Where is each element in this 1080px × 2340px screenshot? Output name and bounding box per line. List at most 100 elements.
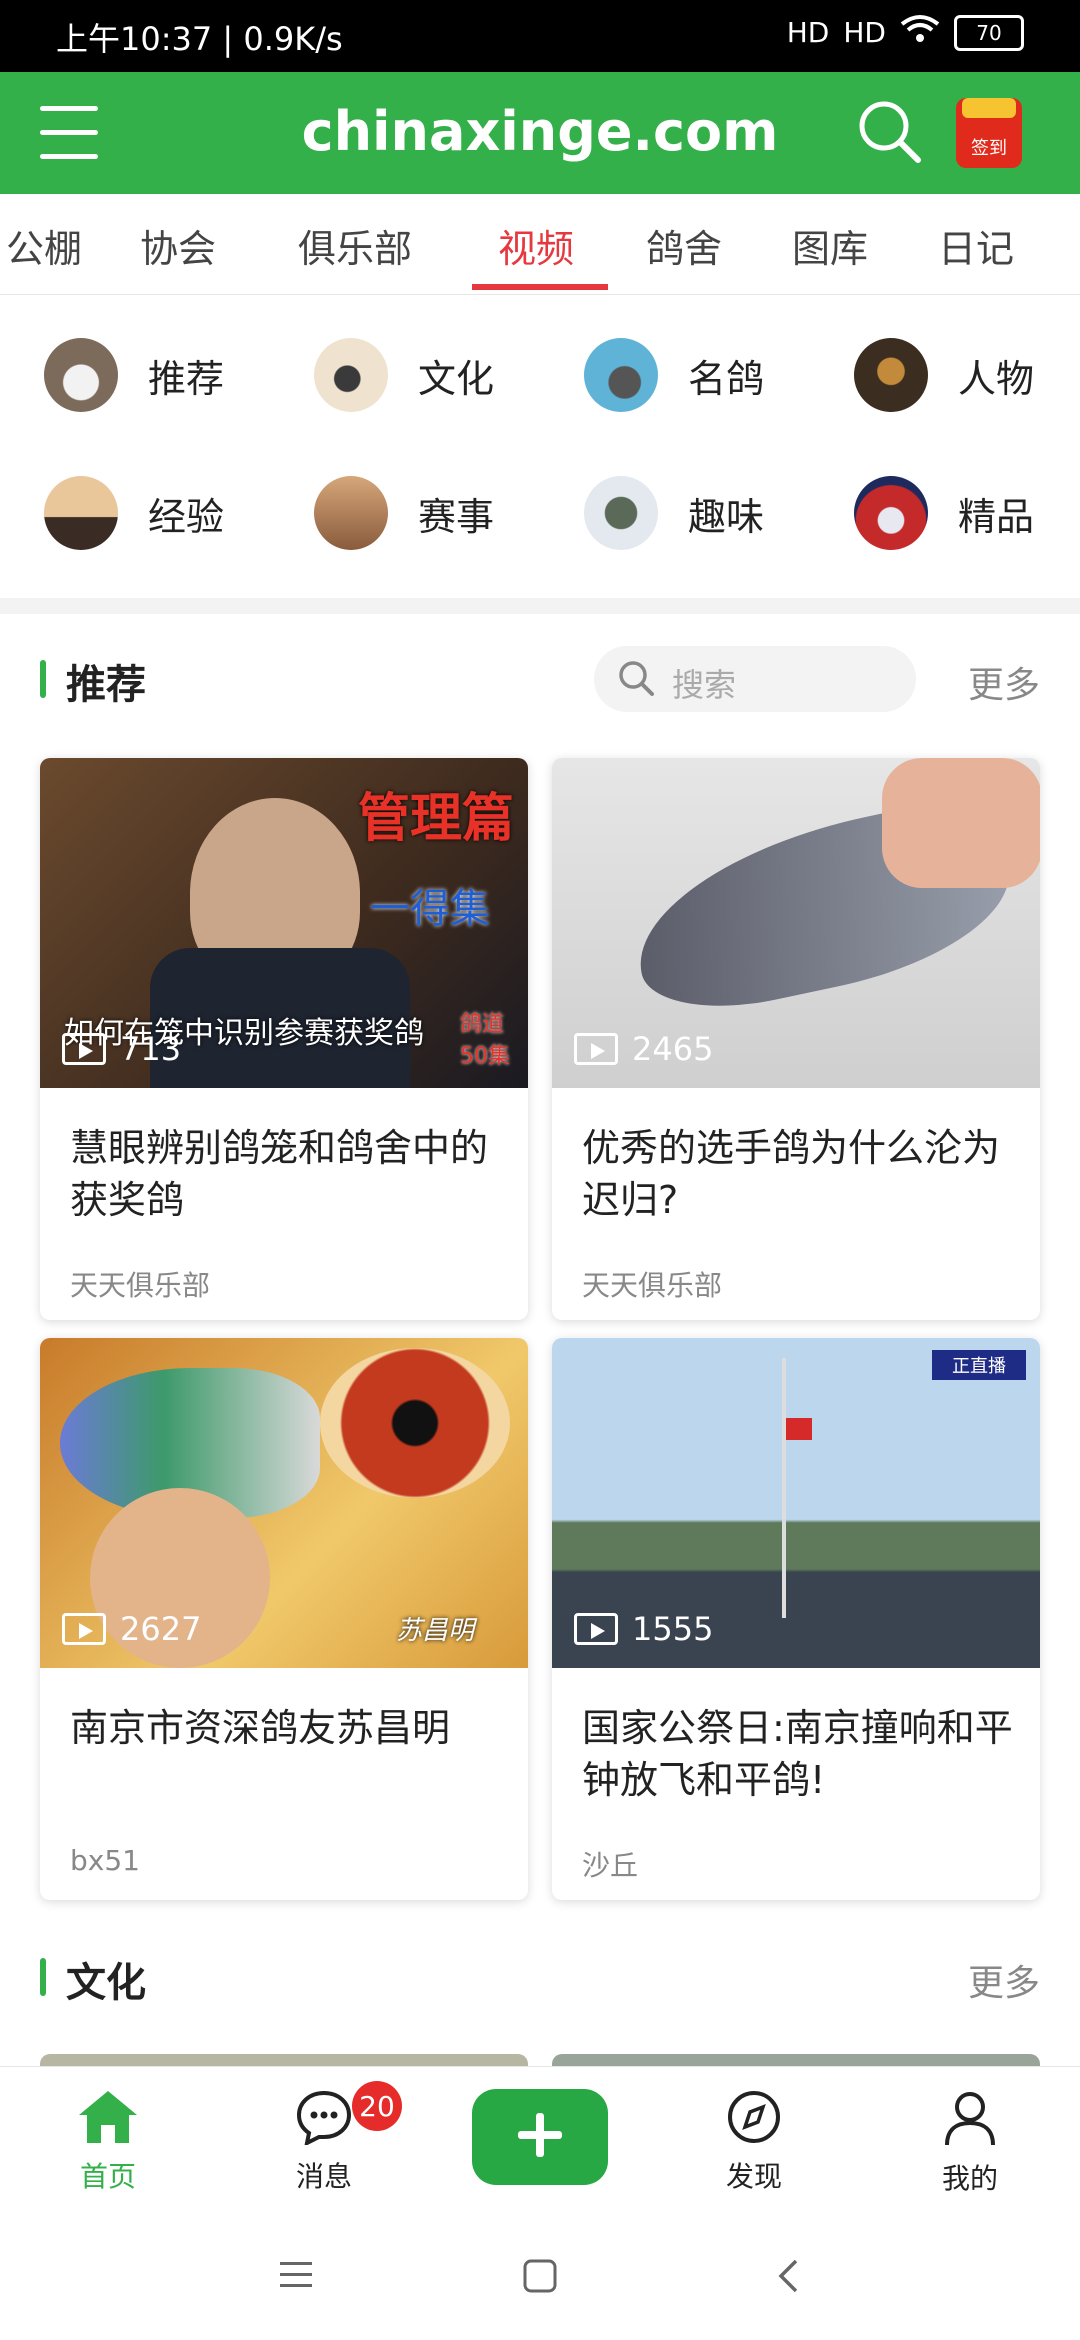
section-title-culture: 文化 [66, 1960, 146, 2006]
category-fun[interactable]: 趣味 [584, 468, 844, 558]
video-card[interactable]: 2465 优秀的选手鸽为什么沦为迟归? 天天俱乐部 [552, 758, 1040, 1320]
category-avatar [584, 338, 658, 412]
bottom-nav: 首页 消息 20 发现 我的 [0, 2066, 1080, 2215]
category-label: 人物 [958, 356, 1035, 401]
category-label: 经验 [148, 494, 225, 539]
nav-label: 发现 [725, 2160, 782, 2193]
category-experience[interactable]: 经验 [44, 468, 304, 558]
section-title-recommend: 推荐 [66, 662, 146, 708]
video-author: 沙丘 [582, 1849, 639, 1882]
category-recommend[interactable]: 推荐 [44, 330, 304, 420]
view-count: 2465 [574, 1030, 713, 1068]
view-count-value: 1555 [632, 1610, 714, 1648]
category-avatar [314, 338, 388, 412]
checkin-label: 签到 [971, 138, 1007, 159]
view-count: 1555 [574, 1610, 713, 1648]
system-nav-bar [0, 2214, 1080, 2340]
video-thumbnail: 正直播 1555 [552, 1338, 1040, 1668]
video-author: 天天俱乐部 [70, 1269, 211, 1302]
category-culture[interactable]: 文化 [314, 330, 574, 420]
message-icon [295, 2090, 353, 2149]
category-famous-pigeon[interactable]: 名鸽 [584, 330, 844, 420]
video-thumbnail: 管理篇 一得集 如何在笼中识别参赛获奖鸽 鸽道50集 713 [40, 758, 528, 1088]
view-count: 2627 [62, 1610, 201, 1648]
category-avatar [44, 476, 118, 550]
video-card[interactable]: 苏昌明 2627 南京市资深鸽友苏昌明 bx51 [40, 1338, 528, 1900]
message-badge: 20 [352, 2081, 402, 2131]
category-avatar [584, 476, 658, 550]
section-accent-bar [40, 1958, 46, 1996]
play-icon [574, 1613, 618, 1645]
play-icon [574, 1033, 618, 1065]
more-link-culture[interactable]: 更多 [968, 1954, 1040, 2006]
category-label: 名鸽 [688, 356, 765, 401]
video-thumbnail: 2465 [552, 758, 1040, 1088]
view-count-value: 2465 [632, 1030, 714, 1068]
nav-label: 我的 [941, 2162, 998, 2195]
home-square-icon[interactable] [522, 2258, 558, 2298]
category-events[interactable]: 赛事 [314, 468, 574, 558]
video-title: 国家公祭日:南京撞响和平钟放飞和平鸽! [582, 1706, 1013, 1802]
category-premium[interactable]: 精品 [854, 468, 1080, 558]
play-icon [62, 1033, 106, 1065]
status-icons: HD HD 70 [787, 14, 1024, 51]
category-label: 精品 [958, 494, 1035, 539]
section-accent-bar [40, 660, 46, 698]
home-icon [77, 2091, 139, 2149]
nav-discover[interactable]: 发现 [694, 2089, 814, 2195]
video-title: 南京市资深鸽友苏昌明 [70, 1706, 451, 1750]
wifi-icon [900, 14, 940, 51]
section-divider [0, 598, 1080, 614]
tab-video[interactable]: 视频 [498, 218, 574, 273]
category-avatar [314, 476, 388, 550]
category-people[interactable]: 人物 [854, 330, 1080, 420]
status-time-speed: 上午10:37 | 0.9K/s [56, 20, 343, 58]
thumbnail-subtitle-overlay: 一得集 [370, 886, 490, 932]
thumbnail-signature: 苏昌明 [396, 1616, 475, 1646]
user-icon [941, 2092, 999, 2151]
category-label: 推荐 [148, 356, 225, 401]
plus-icon [514, 2109, 566, 2165]
thumbnail-tag-overlay: 鸽道50集 [460, 1012, 510, 1069]
live-badge: 正直播 [932, 1350, 1026, 1380]
category-avatar [854, 338, 928, 412]
video-card[interactable]: 管理篇 一得集 如何在笼中识别参赛获奖鸽 鸽道50集 713 慧眼辨别鸽笼和鸽舍… [40, 758, 528, 1320]
menu-recents-icon[interactable] [278, 2260, 314, 2294]
back-icon[interactable] [774, 2258, 802, 2298]
category-grid: 推荐 文化 名鸽 人物 经验 赛事 趣味 精品 [0, 300, 1080, 590]
more-link-recommend[interactable]: 更多 [968, 656, 1040, 708]
video-card[interactable]: 正直播 1555 国家公祭日:南京撞响和平钟放飞和平鸽! 沙丘 [552, 1338, 1040, 1900]
category-avatar [44, 338, 118, 412]
status-bar: 上午10:37 | 0.9K/s HD HD 70 [0, 0, 1080, 72]
tab-club[interactable]: 俱乐部 [298, 218, 412, 273]
nav-label: 消息 [295, 2160, 352, 2193]
compass-icon [725, 2091, 783, 2149]
category-avatar [854, 476, 928, 550]
tab-diary[interactable]: 日记 [938, 218, 1014, 273]
video-author: 天天俱乐部 [582, 1269, 723, 1302]
category-label: 趣味 [688, 494, 765, 539]
search-input[interactable]: 搜索 [594, 646, 916, 712]
nav-mine[interactable]: 我的 [910, 2089, 1030, 2197]
view-count: 713 [62, 1030, 181, 1068]
category-label: 文化 [418, 356, 495, 401]
play-icon [62, 1613, 106, 1645]
view-count-value: 2627 [120, 1610, 202, 1648]
checkin-button[interactable]: 签到 [956, 98, 1022, 168]
video-author: bx51 [70, 1844, 140, 1877]
category-label: 赛事 [418, 494, 495, 539]
search-placeholder: 搜索 [672, 666, 737, 704]
signal-icon-1: HD [786, 16, 830, 49]
nav-home[interactable]: 首页 [48, 2089, 168, 2195]
top-tabs: 公棚 协会 俱乐部 视频 鸽舍 图库 日记 [0, 194, 1080, 295]
tab-loft[interactable]: 鸽舍 [646, 218, 722, 273]
tab-xiehui[interactable]: 协会 [140, 218, 216, 273]
search-icon[interactable] [856, 98, 924, 166]
video-title: 优秀的选手鸽为什么沦为迟归? [582, 1126, 1001, 1222]
battery-icon: 70 [954, 14, 1024, 51]
add-post-button[interactable] [472, 2089, 608, 2185]
active-tab-indicator [472, 284, 608, 290]
tab-gallery[interactable]: 图库 [792, 218, 868, 273]
signal-icon-2: HD [843, 16, 886, 49]
tab-gongpeng[interactable]: 公棚 [6, 218, 82, 273]
